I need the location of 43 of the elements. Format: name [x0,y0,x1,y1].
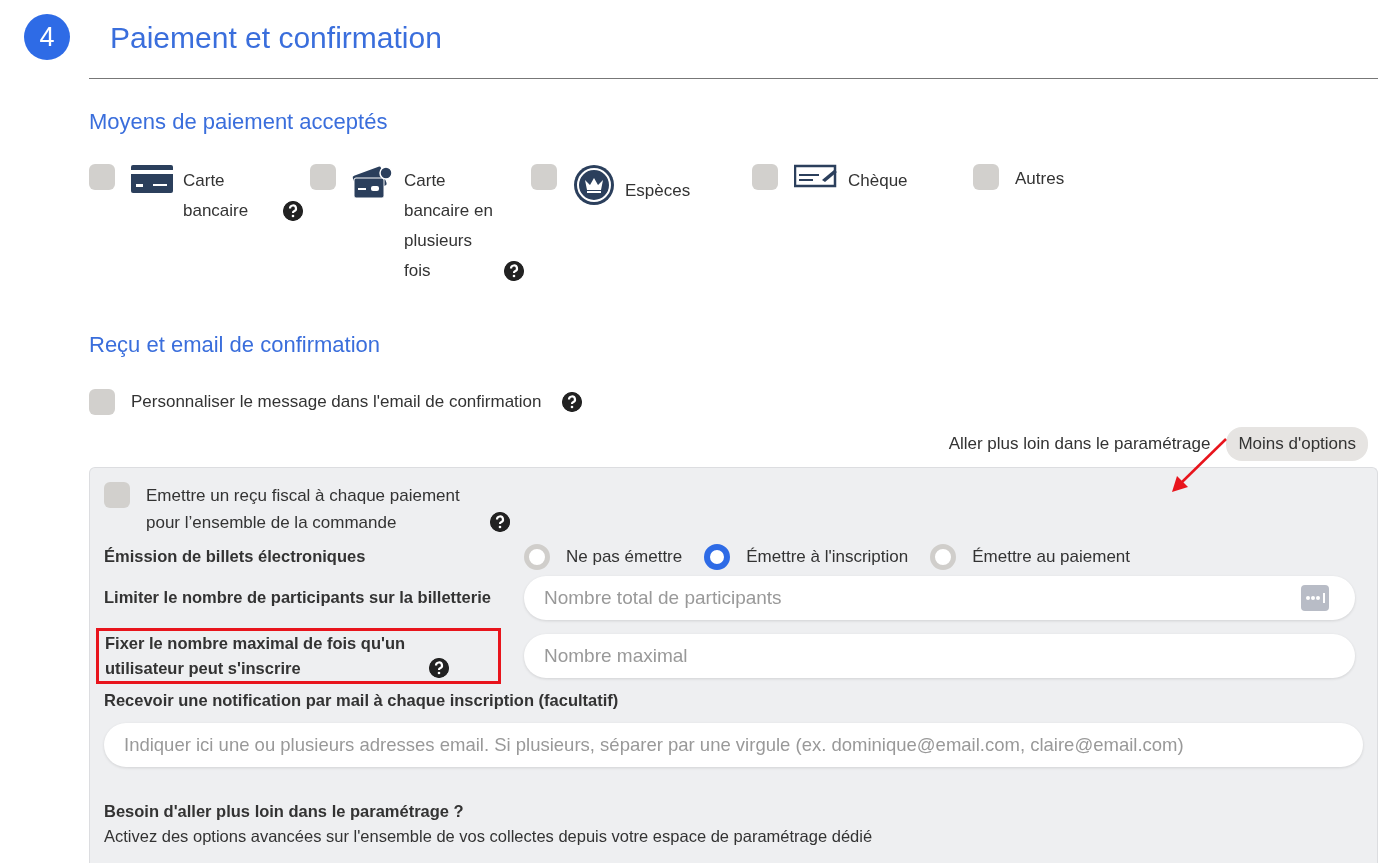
checkbox[interactable] [104,481,130,508]
checkbox[interactable] [531,164,557,190]
help-icon[interactable] [283,201,303,221]
card-icon [131,164,173,194]
step-number: 4 [24,14,70,60]
checkbox-label: Personnaliser le message dans l'email de confirmation [131,391,542,414]
field-label: Fixer le nombre maximal de fois qu'un utilisateur peut s'inscrire [105,632,407,679]
checkbox[interactable] [89,164,115,190]
info-text: Activez des options avancées sur l'ensemble de vos collectes depuis votre espace de paramétrage dédié [104,825,874,847]
crown-coin-icon [573,164,615,206]
radio-label: Émettre au paiement [972,545,1131,568]
section-title: Paiement et confirmation [110,19,442,56]
input-field[interactable]: Nombre total de participants [524,575,1355,620]
field-label: Émission de billets électroniques [104,546,367,567]
input-field[interactable]: Nombre maximal [524,633,1355,678]
cards-icon [352,164,394,200]
method-label: Chèque [848,170,908,192]
method-label: Carte bancaire [183,170,250,222]
input-field[interactable]: Indiquer ici une ou plusieurs adresses email. Si plusieurs, séparer par une virgule (ex. dominique@email.com, claire@email.com) [104,722,1363,767]
checkbox[interactable] [752,164,778,190]
checkbox[interactable] [89,389,115,415]
less-options-button[interactable]: Moins d'options [1226,427,1368,461]
info-title: Besoin d'aller plus loin dans le paramétrage ? [104,800,465,822]
method-label: Carte bancaire en plusieurs fois [404,170,494,282]
checkbox[interactable] [973,164,999,190]
radio-label: Émettre à l'inscription [746,545,909,568]
checkbox-label: Emettre un reçu fiscal à chaque paiement pour l’ensemble de la commande [146,484,461,534]
radio-label: Ne pas émettre [566,545,683,568]
help-icon[interactable] [504,261,524,281]
section-heading: Reçu et email de confirmation [89,331,382,359]
field-label: Recevoir une notification par mail à chaque inscription (facultatif) [104,689,620,711]
section-heading: Moyens de paiement acceptés [89,108,389,136]
checkbox[interactable] [310,164,336,190]
help-icon[interactable] [561,392,582,412]
dots-icon[interactable] [1301,584,1329,611]
options-link-text: Aller plus loin dans le paramétrage [948,433,1211,455]
cheque-icon [794,164,838,188]
radio-button[interactable] [704,543,731,570]
help-icon[interactable] [429,657,449,678]
method-label: Autres [1015,168,1065,190]
method-label: Espèces [625,180,691,202]
field-label: Limiter le nombre de participants sur la billetterie [104,587,492,608]
help-icon[interactable] [490,511,510,532]
